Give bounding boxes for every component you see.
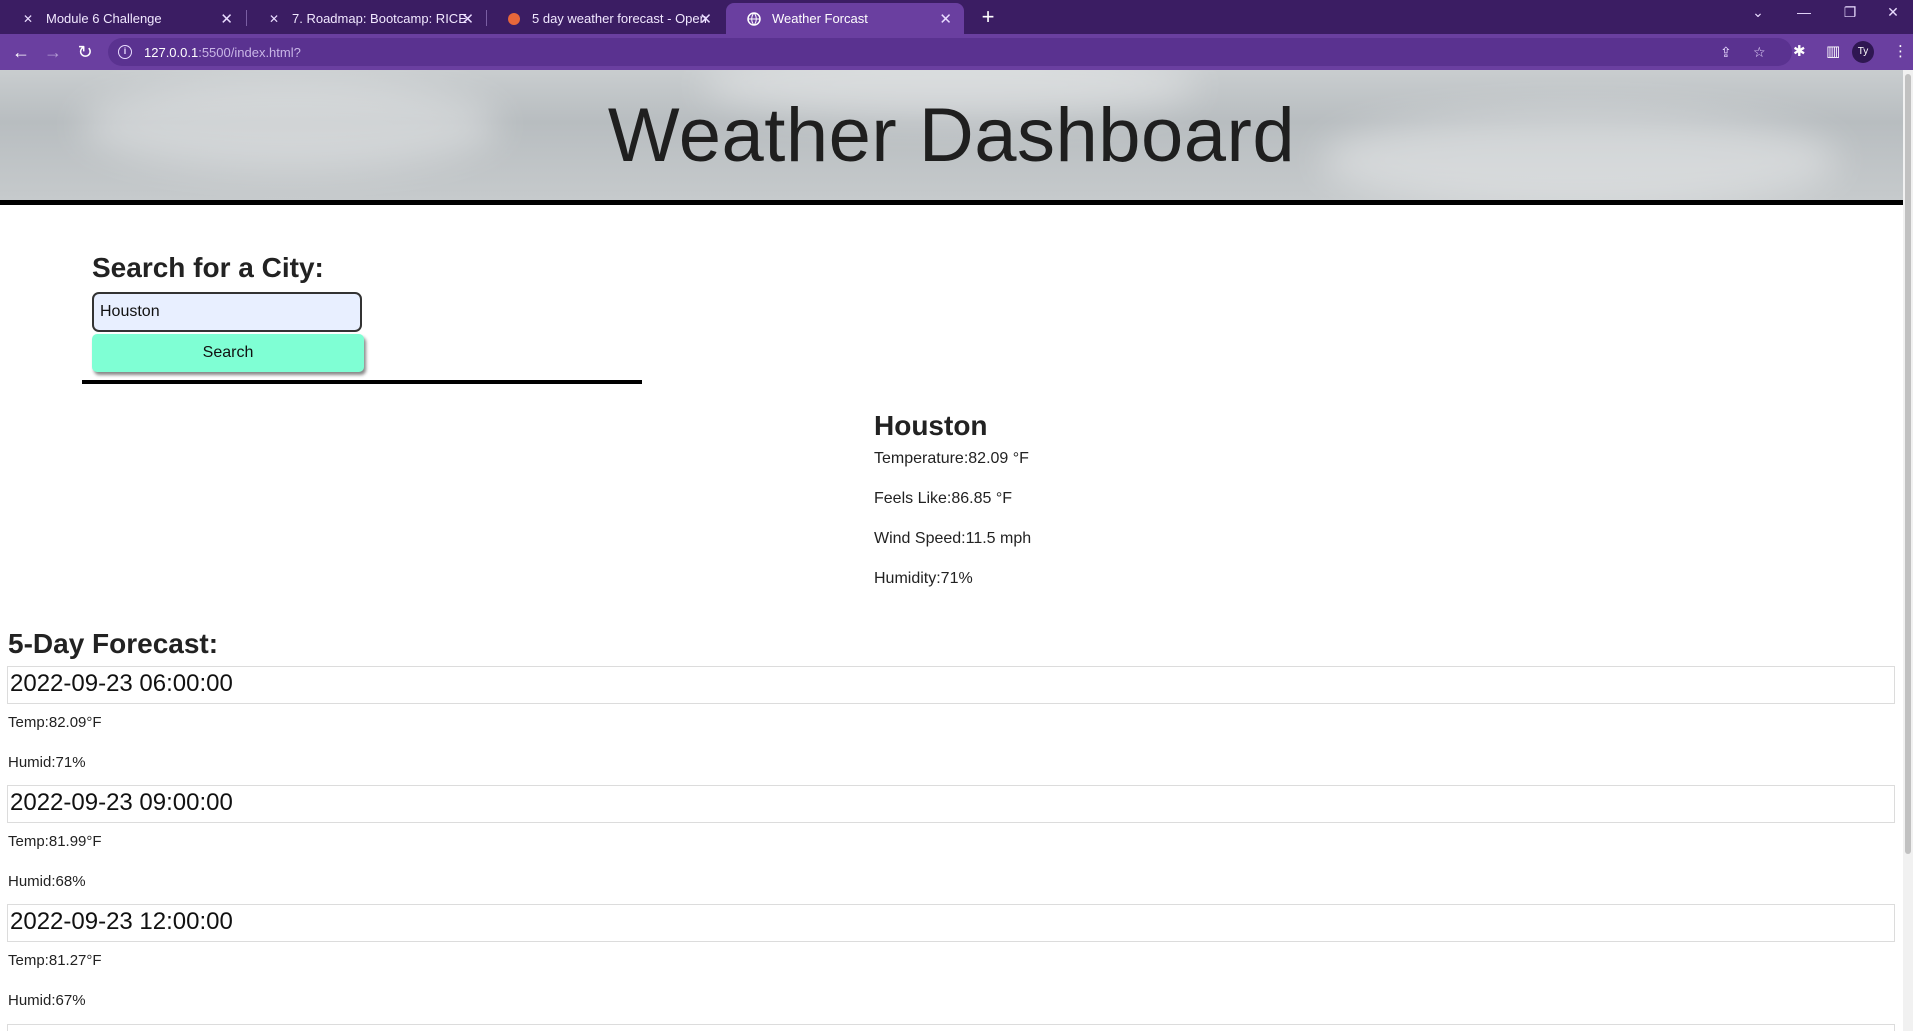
share-icon[interactable]: ⇪ bbox=[1720, 44, 1732, 61]
page-viewport: Weather Dashboard Search for a City: Sea… bbox=[0, 70, 1903, 1031]
page-title: Weather Dashboard bbox=[607, 93, 1296, 178]
tab-title: Weather Forcast bbox=[772, 11, 868, 26]
temperature-text: Temperature:82.09 °F bbox=[874, 450, 1029, 467]
restore-icon[interactable]: ❐ bbox=[1830, 4, 1870, 26]
wind-speed-text: Wind Speed:11.5 mph bbox=[874, 530, 1032, 547]
forecast-temp: Temp:82.09°F bbox=[8, 714, 102, 731]
close-icon[interactable]: ✕ bbox=[461, 10, 474, 28]
tab-title: 5 day weather forecast - OpenW bbox=[532, 11, 707, 26]
forecast-temp: Temp:81.99°F bbox=[8, 833, 102, 850]
back-icon[interactable]: ← bbox=[8, 40, 34, 64]
forecast-temp: Temp:81.27°F bbox=[8, 952, 102, 969]
tab-strip: ✕ Module 6 Challenge ✕ ✕ 7. Roadmap: Boo… bbox=[0, 0, 1913, 34]
new-tab-icon[interactable]: + bbox=[975, 4, 1001, 30]
url-path: :5500/index.html? bbox=[198, 44, 301, 60]
page-scrollbar[interactable] bbox=[1903, 70, 1913, 1031]
forecast-date: 2022-09-23 06:00:00 bbox=[7, 666, 1895, 704]
humidity-text: Humidity:71% bbox=[874, 570, 973, 587]
menu-kebab-icon[interactable]: ⋮ bbox=[1893, 42, 1908, 60]
tab-openweather[interactable]: 5 day weather forecast - OpenW ✕ bbox=[486, 3, 724, 34]
tab-roadmap[interactable]: ✕ 7. Roadmap: Bootcamp: RICE-VIR ✕ bbox=[246, 3, 486, 34]
search-title: Search for a City: bbox=[92, 252, 324, 283]
tab-search-icon[interactable]: ⌄ bbox=[1738, 4, 1778, 26]
forward-icon[interactable]: → bbox=[40, 40, 66, 64]
tab-weather-forcast[interactable]: Weather Forcast ✕ bbox=[726, 3, 964, 34]
close-icon[interactable]: ✕ bbox=[939, 10, 952, 28]
address-bar[interactable]: i 127.0.0.1:5500/index.html? ⇪ ☆ bbox=[108, 38, 1792, 66]
close-icon[interactable]: ✕ bbox=[220, 10, 233, 28]
info-icon[interactable]: i bbox=[118, 45, 132, 59]
close-icon[interactable]: ✕ bbox=[699, 10, 712, 28]
side-panel-icon[interactable]: ▥ bbox=[1826, 42, 1840, 60]
url-host: 127.0.0.1 bbox=[144, 44, 199, 60]
bookmark-star-icon[interactable]: ☆ bbox=[1753, 44, 1766, 61]
header-banner: Weather Dashboard bbox=[0, 70, 1903, 205]
city-search-input[interactable] bbox=[92, 292, 362, 332]
minimize-icon[interactable]: — bbox=[1784, 4, 1824, 26]
forecast-humid: Humid:67% bbox=[8, 992, 86, 1009]
reload-icon[interactable]: ↻ bbox=[72, 40, 98, 64]
extensions-icon[interactable]: ✱ bbox=[1793, 42, 1806, 60]
tab-title: 7. Roadmap: Bootcamp: RICE-VIR bbox=[292, 11, 467, 26]
forecast-date bbox=[7, 1024, 1895, 1031]
tab-title: Module 6 Challenge bbox=[46, 11, 162, 26]
forecast-date: 2022-09-23 09:00:00 bbox=[7, 785, 1895, 823]
tab-module-6[interactable]: ✕ Module 6 Challenge ✕ bbox=[0, 3, 245, 34]
forecast-humid: Humid:71% bbox=[8, 754, 86, 771]
openweather-icon bbox=[506, 11, 522, 27]
scrollbar-thumb[interactable] bbox=[1905, 74, 1911, 854]
browser-toolbar: ← → ↻ i 127.0.0.1:5500/index.html? ⇪ ☆ ✱… bbox=[0, 34, 1913, 70]
github-icon: ✕ bbox=[268, 11, 280, 26]
feels-like-text: Feels Like:86.85 °F bbox=[874, 490, 1013, 507]
github-icon: ✕ bbox=[22, 11, 34, 26]
globe-icon bbox=[746, 11, 762, 27]
window-close-icon[interactable]: ✕ bbox=[1873, 4, 1913, 26]
avatar[interactable]: Ty bbox=[1852, 41, 1874, 63]
forecast-heading: 5-Day Forecast: bbox=[8, 628, 219, 659]
city-name: Houston bbox=[874, 410, 988, 441]
forecast-humid: Humid:68% bbox=[8, 873, 86, 890]
forecast-date: 2022-09-23 12:00:00 bbox=[7, 904, 1895, 942]
search-button[interactable]: Search bbox=[92, 334, 364, 372]
divider bbox=[82, 380, 642, 384]
